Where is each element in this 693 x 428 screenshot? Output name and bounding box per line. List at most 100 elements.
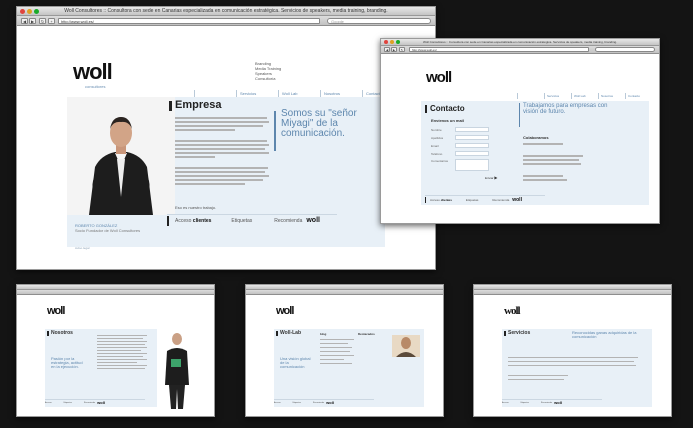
recommend-link[interactable]: Recomienda <box>274 218 302 224</box>
surname-label: Apellidos <box>431 135 444 140</box>
footer-links: Acceso clientes Etiquetas Recomienda wol… <box>167 214 337 226</box>
main-window-titlebar: Woll Consultores :: Consultora con sede … <box>17 7 435 16</box>
thumb-nosotros-window: woll Nosotros Pasión por la estrategia, … <box>16 284 215 417</box>
thumb1-heading: Nosotros <box>51 330 73 336</box>
close-window-button[interactable] <box>20 9 25 14</box>
contact-minimize-button[interactable] <box>390 40 394 44</box>
thumb3-logo[interactable]: woll <box>504 305 521 317</box>
email-label: Email <box>431 143 439 148</box>
contact-footer-divider <box>425 196 426 203</box>
tab-woll-lab[interactable]: Woll Lab <box>278 90 320 97</box>
surname-field-row: Apellidos <box>431 135 489 140</box>
thumb1-page: woll Nosotros Pasión por la estrategia, … <box>17 295 214 416</box>
thumb2-footer-logo: woll <box>326 400 334 405</box>
surname-input[interactable] <box>455 135 489 140</box>
contact-page: woll Servicios Woll Lab Nosotros Contact… <box>381 55 659 223</box>
back-button[interactable]: ◀ <box>21 18 28 24</box>
thumb2-logo[interactable]: woll <box>276 305 294 317</box>
logo-subtitle: consultores <box>85 84 106 89</box>
contact-tab-nosotros[interactable]: Nosotros <box>598 93 625 99</box>
contact-window-toolbar: ◀ ▶ ↻ http://www.woll.es/ <box>381 46 659 54</box>
collab-text <box>523 143 583 183</box>
contact-window-controls <box>384 40 400 44</box>
tags-link[interactable]: Etiquetas <box>231 218 252 224</box>
thumb1-access[interactable]: Acceso <box>45 402 52 404</box>
email-field-row: Email <box>431 143 489 148</box>
thumb2-recommend[interactable]: Recomienda <box>313 402 324 404</box>
thumb3-tags[interactable]: Etiquetas <box>521 402 529 404</box>
thumb2-access[interactable]: Acceso <box>274 402 281 404</box>
contact-tab-contacto[interactable]: Contacto <box>625 93 652 99</box>
thumb3-footer-logo: woll <box>554 400 562 405</box>
section-marker <box>169 101 172 111</box>
thumb2-page: woll Woll-Lab Una visión global de la co… <box>246 295 443 416</box>
contact-browser-window: Woll Consultores :: Consultora con sede … <box>380 38 660 224</box>
client-access-bold: clientes <box>192 217 212 224</box>
reload-button[interactable]: ↻ <box>39 18 46 24</box>
contact-woll-logo[interactable]: woll <box>426 69 452 86</box>
legal-link[interactable]: Aviso legal <box>75 246 89 250</box>
thumb3-recommend[interactable]: Recomienda <box>541 402 552 404</box>
contact-zoom-button[interactable] <box>396 40 400 44</box>
thumb1-slogan: Pasión por la estrategia, actitud en la … <box>51 356 83 369</box>
main-window-toolbar: ◀ ▶ ↻ + http://www.woll.es/ Google <box>17 16 435 26</box>
thumb3-marker <box>504 331 506 336</box>
thumb2-col1-title: blog <box>320 332 327 336</box>
thumb1-logo[interactable]: woll <box>47 305 65 317</box>
contact-address-bar[interactable]: http://www.woll.es/ <box>409 47 589 52</box>
contact-forward-button[interactable]: ▶ <box>391 47 397 52</box>
forward-button[interactable]: ▶ <box>29 18 36 24</box>
thumb2-photo <box>392 335 420 357</box>
contact-client-access-link[interactable]: Acceso clientes <box>430 198 452 202</box>
thumb2-slogan: Una visión global de la comunicación <box>280 356 311 369</box>
comments-field-row: Comentarios <box>431 159 489 171</box>
add-bookmark-button[interactable]: + <box>48 18 55 24</box>
tab-blank[interactable] <box>194 90 236 97</box>
thumb2-heading: Woll-Lab <box>280 330 302 336</box>
thumb3-access[interactable]: Acceso <box>502 402 509 404</box>
send-button[interactable]: Enviar ▶ <box>485 175 497 180</box>
woll-logo[interactable]: woll <box>73 59 113 85</box>
main-window-title: Woll Consultores :: Consultora con sede … <box>64 8 388 14</box>
window-controls <box>20 9 39 14</box>
email-input[interactable] <box>455 143 489 148</box>
thumb3-page: woll Servicios Reconocidas ganas adquiri… <box>474 295 671 416</box>
search-field[interactable]: Google <box>327 18 431 24</box>
contact-tab-servicios[interactable]: Servicios <box>544 93 571 99</box>
contact-recommend-link[interactable]: Recomienda <box>492 198 509 202</box>
phone-input[interactable] <box>455 151 489 156</box>
contact-back-button[interactable]: ◀ <box>384 47 390 52</box>
slogan-text: Somos su "señor Miyagi" de la comunicaci… <box>281 108 357 139</box>
thumb3-slogan: Reconocidas ganas adquiridas de la comun… <box>572 330 637 339</box>
thumb2-tags[interactable]: Etiquetas <box>293 402 301 404</box>
comments-textarea[interactable] <box>455 159 489 171</box>
thumb-servicios-window: woll Servicios Reconocidas ganas adquiri… <box>473 284 672 417</box>
contact-tags-link[interactable]: Etiquetas <box>466 198 479 202</box>
menu-item-consultoria[interactable]: Consultoría <box>255 76 281 81</box>
footer-divider <box>167 215 169 226</box>
address-bar[interactable]: http://www.woll.es/ <box>58 18 320 24</box>
thumb1-tags[interactable]: Etiquetas <box>64 402 72 404</box>
footer-woll-logo: woll <box>306 217 320 224</box>
contact-reload-button[interactable]: ↻ <box>399 47 405 52</box>
client-access-link[interactable]: Acceso clientes <box>175 218 211 224</box>
contact-slogan: Trabajamos para empresas con visión de f… <box>523 103 608 115</box>
tab-servicios[interactable]: Servicios <box>236 90 278 97</box>
contact-slogan-divider <box>519 103 520 127</box>
contact-close-button[interactable] <box>384 40 388 44</box>
end-link[interactable]: Eso es nuestro trabajo. <box>175 205 216 210</box>
send-arrow-icon: ▶ <box>494 175 498 180</box>
phone-field-row: Teléfono <box>431 151 489 156</box>
contact-window-title: Woll Consultores :: Consultora con sede … <box>422 40 618 44</box>
tab-nosotros[interactable]: Nosotros <box>320 90 362 97</box>
contact-tab-blank[interactable] <box>517 93 544 99</box>
minimize-window-button[interactable] <box>27 9 32 14</box>
thumb2-photo-icon <box>392 335 420 357</box>
thumb1-recommend[interactable]: Recomienda <box>84 402 95 404</box>
portrait-photo <box>67 97 175 215</box>
zoom-window-button[interactable] <box>34 9 39 14</box>
contact-search-field[interactable] <box>595 47 655 52</box>
contact-tab-woll-lab[interactable]: Woll Lab <box>571 93 598 99</box>
man-portrait-icon <box>67 97 175 215</box>
name-input[interactable] <box>455 127 489 132</box>
